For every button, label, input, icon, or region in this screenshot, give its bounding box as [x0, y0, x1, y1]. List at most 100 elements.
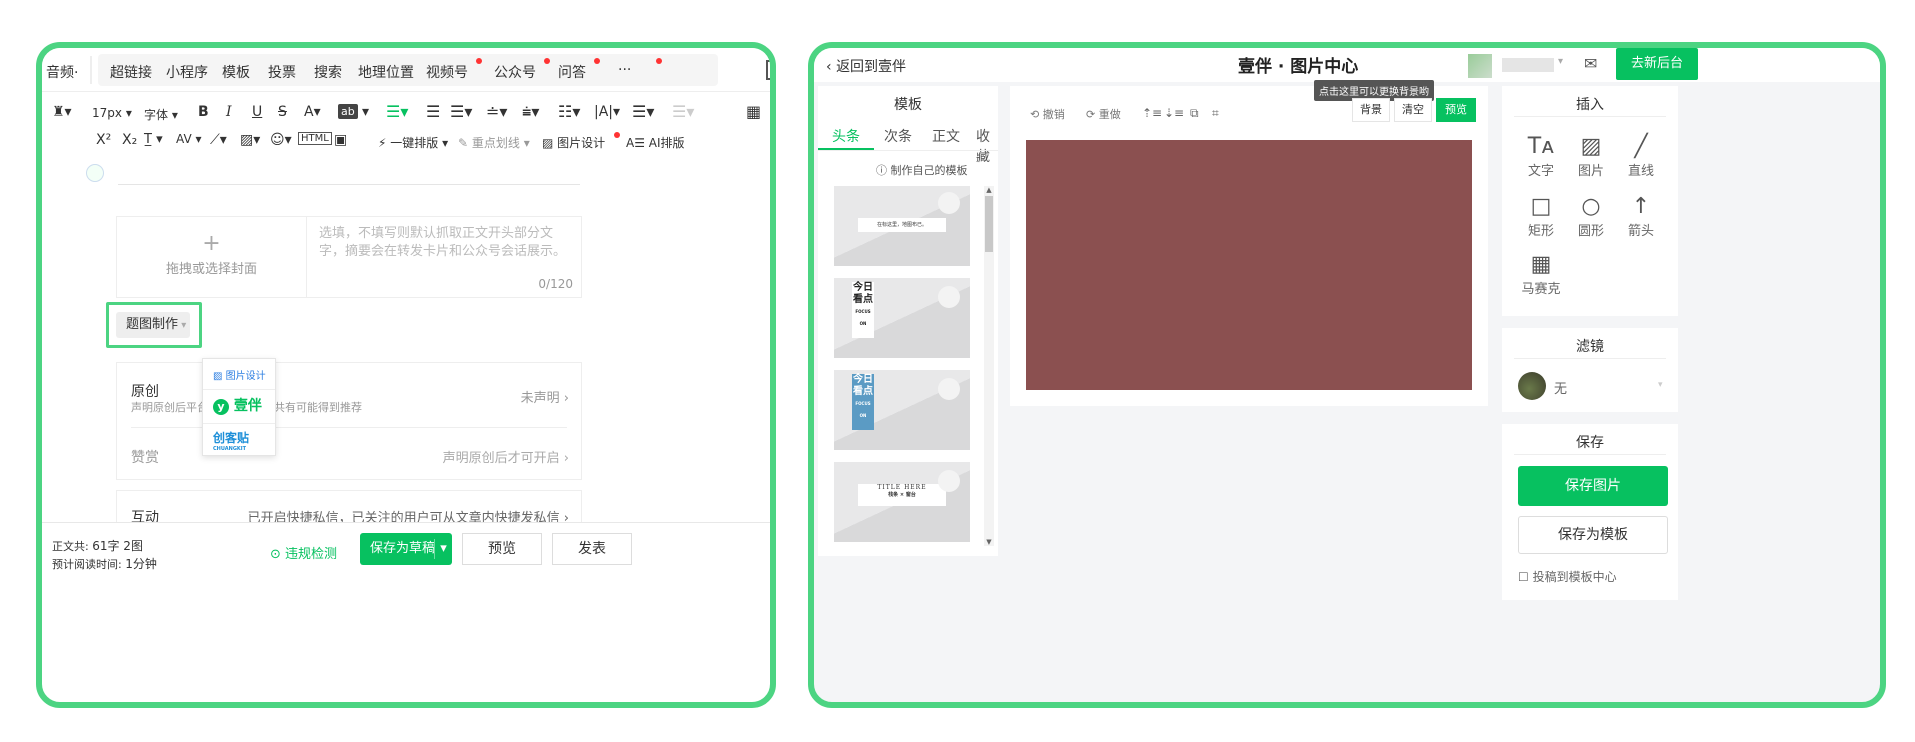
tab-miniprogram[interactable]: 小程序: [166, 62, 208, 82]
violation-check-button[interactable]: ⊙ 违规检测: [270, 543, 337, 562]
html-icon[interactable]: HTML: [298, 132, 332, 145]
undo-button[interactable]: ⟲ 撤销: [1030, 106, 1065, 122]
preview-button[interactable]: 预览: [462, 533, 542, 565]
tab-vote[interactable]: 投票: [268, 62, 296, 82]
bg-color-button[interactable]: ab: [338, 104, 358, 119]
insert-image-button[interactable]: ▨ 图片: [1566, 134, 1616, 179]
paragraph-spacing-icon[interactable]: ⩧▾: [522, 102, 539, 122]
tab-search[interactable]: 搜索: [314, 62, 342, 82]
insert-line-button[interactable]: ╱ 直线: [1616, 134, 1666, 179]
tab-audio[interactable]: 音频·: [46, 62, 78, 82]
insert-arrow-button[interactable]: ↑ 箭头: [1616, 194, 1666, 239]
template-thumb[interactable]: TITLE HERE 栈条 × 窗台: [834, 462, 970, 542]
font-size-select[interactable]: 17px ▾: [92, 106, 132, 120]
new-dot: [614, 132, 620, 138]
canvas-preview-button[interactable]: 预览: [1436, 98, 1476, 122]
tab-official-account[interactable]: 公众号: [494, 62, 536, 82]
indent-icon[interactable]: ☰▾: [450, 102, 472, 121]
template-thumb[interactable]: 今日看点 FOCUS ON: [834, 278, 970, 358]
thumb-circle: [938, 286, 960, 308]
panel-edge-icon: [766, 60, 770, 80]
subscript-button[interactable]: X₂: [122, 132, 137, 148]
dropdown-yiban[interactable]: y 壹伴: [213, 395, 262, 415]
dropdown-image-design[interactable]: ▨ 图片设计: [213, 367, 266, 382]
image-design-button[interactable]: ▨ 图片设计: [542, 134, 605, 151]
avatar[interactable]: [1468, 54, 1492, 78]
redo-button[interactable]: ⟳ 重做: [1086, 106, 1121, 122]
image-icon: ▨: [1580, 134, 1602, 159]
table-icon[interactable]: ▦: [746, 102, 761, 121]
format-brush-icon[interactable]: ♜▾: [52, 104, 72, 120]
template-thumb[interactable]: 今日看点 FOCUS ON: [834, 370, 970, 450]
tab-headline[interactable]: 头条: [832, 126, 860, 146]
clear-format-icon[interactable]: T̲ ▾: [144, 132, 163, 147]
text-shadow-icon[interactable]: AV ▾: [176, 132, 202, 146]
reward-status-link[interactable]: 声明原创后才可开启 ›: [443, 447, 569, 466]
bold-button[interactable]: B: [198, 104, 209, 120]
mail-icon[interactable]: ✉: [1584, 54, 1597, 73]
crop-icon[interactable]: ⌗: [1212, 106, 1219, 121]
background-button[interactable]: 背景: [1352, 98, 1390, 122]
send-backward-icon[interactable]: ⇣≡: [1164, 106, 1184, 120]
image-center-panel: ‹ 返回到壹伴 壹伴 · 图片中心 ▾ ✉ 去新后台 模板 头条 次条 正文 收…: [808, 42, 1886, 708]
insert-text-button[interactable]: Tᴀ 文字: [1516, 134, 1566, 179]
tab-location[interactable]: 地理位置: [358, 62, 414, 82]
one-click-layout-button[interactable]: ⚡ 一键排版 ▾: [378, 134, 448, 151]
briefcase-icon[interactable]: ▣: [334, 132, 347, 148]
clear-button[interactable]: 清空: [1394, 98, 1432, 122]
insert-mosaic-button[interactable]: ▦ 马赛克: [1516, 252, 1566, 297]
insert-rect-button[interactable]: □ 矩形: [1516, 194, 1566, 239]
divider: [1514, 116, 1666, 117]
align-left-icon[interactable]: ☰▾: [386, 102, 408, 121]
title-image-button[interactable]: 题图制作 ▾: [116, 312, 190, 338]
strikethrough-button[interactable]: S: [278, 104, 287, 120]
template-thumb[interactable]: 在标这里，地图布已。: [834, 186, 970, 266]
font-color-button[interactable]: A▾: [304, 104, 321, 120]
font-family-select[interactable]: 字体 ▾: [144, 106, 178, 123]
original-status-link[interactable]: 未声明 ›: [521, 387, 569, 406]
tab-qa-label[interactable]: 问答: [558, 62, 586, 82]
underline-button[interactable]: U: [252, 104, 262, 120]
scroll-up-icon: ▲: [986, 186, 992, 194]
highlight-line-button[interactable]: ✎ 重点划线 ▾: [458, 134, 530, 151]
go-new-backend-button[interactable]: 去新后台: [1616, 48, 1698, 80]
tab-more[interactable]: ···: [618, 62, 631, 78]
emoji-icon[interactable]: ☺▾: [270, 132, 292, 148]
dropdown-chuangkit[interactable]: 创客贴 CHUANGKIT: [213, 429, 249, 452]
tab-hyperlink[interactable]: 超链接: [110, 62, 152, 82]
bullet-list-icon[interactable]: ☰▾: [632, 102, 654, 121]
list-spacing-icon[interactable]: ☷▾: [558, 102, 580, 121]
line-height-icon[interactable]: ≐▾: [486, 102, 507, 121]
tab-template[interactable]: 模板: [222, 62, 250, 82]
magic-wand-icon[interactable]: ⟋▾: [210, 132, 227, 148]
back-link[interactable]: ‹ 返回到壹伴: [826, 56, 906, 76]
filter-select[interactable]: 无: [1554, 378, 1567, 397]
bring-forward-icon[interactable]: ⇡≡: [1142, 106, 1162, 120]
make-own-template-link[interactable]: ⓘ 制作自己的模板: [876, 162, 968, 178]
copy-icon[interactable]: ⧉: [1190, 106, 1199, 121]
tab-favorites[interactable]: 收藏: [976, 126, 998, 166]
cover-upload[interactable]: + 拖拽或选择封面: [117, 217, 307, 297]
tab-secondary[interactable]: 次条: [884, 126, 912, 146]
tab-channels[interactable]: 视频号: [426, 62, 468, 82]
letter-spacing-icon[interactable]: |A|▾: [594, 104, 620, 120]
align-center-icon[interactable]: ☰: [426, 102, 440, 121]
canvas-area: ⟲ 撤销 ⟳ 重做 ⇡≡ ⇣≡ ⧉ ⌗ 点击这里可以更换背景哟 背景 清空 预览: [1010, 80, 1488, 406]
template-scrollbar[interactable]: ▲ ▼: [984, 186, 994, 546]
insert-circle-button[interactable]: ○ 圆形: [1566, 194, 1616, 239]
summary-input[interactable]: 选填，不填写则默认抓取正文开头部分文字，摘要会在转发卡片和公众号会话展示。: [319, 225, 575, 261]
filter-header: 滤镜: [1576, 339, 1604, 355]
tab-body[interactable]: 正文: [932, 126, 960, 146]
image-icon[interactable]: ▨▾: [240, 132, 260, 148]
ai-layout-button[interactable]: A☰ AI排版: [626, 134, 685, 151]
design-canvas[interactable]: [1026, 140, 1472, 390]
publish-button[interactable]: 发表: [552, 533, 632, 565]
save-template-button[interactable]: 保存为模板: [1518, 516, 1668, 554]
scroll-thumb: [985, 196, 993, 252]
superscript-button[interactable]: X²: [96, 132, 111, 148]
submit-template-checkbox[interactable]: ☐ 投稿到模板中心: [1518, 568, 1617, 585]
italic-button[interactable]: I: [226, 104, 232, 120]
save-image-button[interactable]: 保存图片: [1518, 466, 1668, 506]
insert-tabbar: 音频· 超链接 小程序 模板 投票 搜索 地理位置 视频号 公众号 问答 ···: [42, 48, 770, 92]
save-draft-button[interactable]: 保存为草稿 ▾: [360, 533, 452, 565]
